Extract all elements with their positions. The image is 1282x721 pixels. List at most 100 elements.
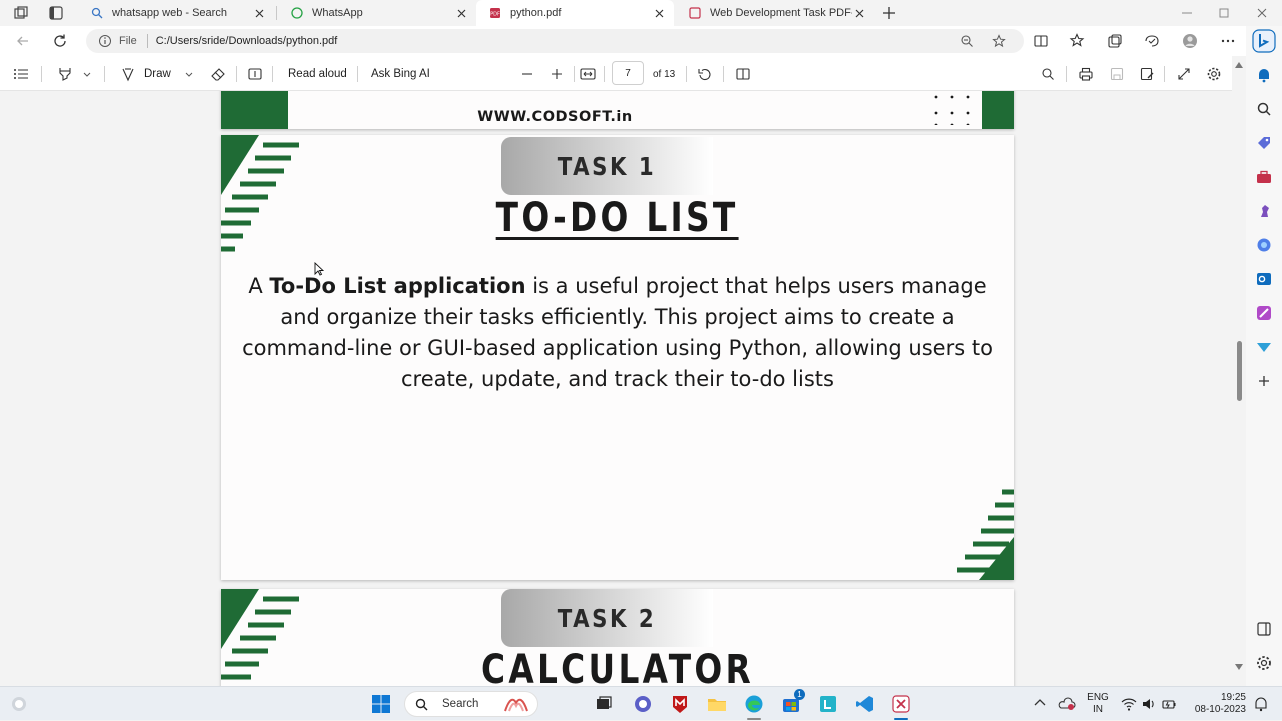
- highlight-tool[interactable]: [57, 65, 91, 83]
- save-icon[interactable]: [1109, 65, 1125, 83]
- pdf-settings-gear-icon[interactable]: [1206, 65, 1222, 83]
- address-field[interactable]: File C:/Users/sride/Downloads/python.pdf: [86, 29, 1024, 53]
- ask-bing-button[interactable]: Ask Bing AI: [371, 65, 430, 83]
- profile-avatar-icon[interactable]: [1181, 32, 1199, 50]
- task-2-title: CALCULATOR: [480, 647, 755, 686]
- scroll-down-arrow-icon[interactable]: [1235, 664, 1243, 670]
- clock[interactable]: 19:25 08-10-2023: [1186, 687, 1246, 721]
- notification-center-icon[interactable]: [1252, 695, 1270, 713]
- save-as-icon[interactable]: [1139, 65, 1155, 83]
- favorites-icon[interactable]: [1069, 32, 1087, 50]
- language-top: ENG: [1087, 692, 1109, 703]
- vertical-scrollbar[interactable]: [1232, 56, 1246, 686]
- refresh-icon[interactable]: [51, 32, 69, 50]
- edge-sidebar: [1246, 26, 1282, 686]
- fit-page-icon[interactable]: [580, 65, 596, 83]
- full-screen-icon[interactable]: [1176, 65, 1192, 83]
- brand-url: WWW.CODSOFT.in: [477, 109, 633, 125]
- lens-app-icon[interactable]: [817, 693, 839, 715]
- tools-briefcase-icon[interactable]: [1255, 168, 1273, 186]
- outlook-icon[interactable]: [1255, 270, 1273, 288]
- more-menu-icon[interactable]: [1219, 32, 1237, 50]
- pdf-viewer[interactable]: WWW.CODSOFT.in TASK 1 TO-DO LIST A To-Do…: [0, 91, 1232, 686]
- close-icon[interactable]: [454, 6, 468, 20]
- minimize-icon[interactable]: [1178, 4, 1196, 22]
- read-aloud-button[interactable]: Read aloud: [288, 65, 347, 83]
- search-icon[interactable]: [1255, 100, 1273, 118]
- battery-icon[interactable]: [1161, 696, 1177, 712]
- tab-whatsapp-search[interactable]: whatsapp web - Search: [78, 0, 274, 26]
- tab-label: WhatsApp: [312, 7, 363, 19]
- vs-code-icon[interactable]: [854, 693, 876, 715]
- draw-button[interactable]: Draw: [120, 65, 193, 83]
- close-icon[interactable]: [852, 6, 866, 20]
- bing-copilot-icon[interactable]: [1252, 29, 1276, 53]
- chevron-down-icon: [83, 72, 91, 77]
- tab-actions-icon[interactable]: [47, 4, 65, 22]
- store-badge: 1: [794, 689, 805, 700]
- onedrive-icon[interactable]: [1058, 695, 1076, 713]
- hide-sidebar-icon[interactable]: [1255, 620, 1273, 638]
- browser-essentials-icon[interactable]: [1143, 32, 1161, 50]
- back-icon[interactable]: [14, 32, 32, 50]
- wifi-icon[interactable]: [1121, 696, 1137, 712]
- favorite-star-icon[interactable]: [992, 34, 1006, 48]
- sidebar-settings-gear-icon[interactable]: [1255, 654, 1273, 672]
- read-aloud-label: Read aloud: [288, 68, 347, 80]
- close-window-icon[interactable]: [1253, 4, 1271, 22]
- edge-browser-icon[interactable]: [743, 693, 765, 715]
- pdf-page-task-1: TASK 1 TO-DO LIST A To-Do List applicati…: [221, 135, 1014, 580]
- contents-icon[interactable]: [13, 65, 29, 83]
- pdf-page-previous: WWW.CODSOFT.in: [221, 91, 1014, 129]
- tab-whatsapp[interactable]: WhatsApp: [278, 0, 476, 26]
- volume-icon[interactable]: [1141, 696, 1157, 712]
- split-screen-icon[interactable]: [1032, 32, 1050, 50]
- page-view-icon[interactable]: [735, 65, 751, 83]
- mcafee-icon[interactable]: [669, 693, 691, 715]
- windows-start-icon[interactable]: [370, 693, 392, 715]
- file-explorer-icon[interactable]: [706, 693, 728, 715]
- language-indicator[interactable]: ENG IN: [1086, 687, 1110, 721]
- print-icon[interactable]: [1078, 65, 1094, 83]
- taskbar-search-box[interactable]: Search: [404, 691, 538, 717]
- drop-icon[interactable]: [1255, 338, 1273, 356]
- maximize-icon[interactable]: [1215, 4, 1233, 22]
- add-sidebar-app-icon[interactable]: [1255, 372, 1273, 390]
- draw-label: Draw: [144, 68, 171, 80]
- new-tab-icon[interactable]: [880, 4, 898, 22]
- eraser-icon[interactable]: [210, 65, 226, 83]
- tab-web-dev-pdf[interactable]: Web Development Task PDF-1.pdf: [676, 0, 874, 26]
- tab-label: python.pdf: [510, 7, 562, 19]
- notifications-bell-icon[interactable]: [1255, 66, 1273, 84]
- workspaces-icon[interactable]: [12, 4, 30, 22]
- microsoft-365-icon[interactable]: [1255, 236, 1273, 254]
- zoom-in-button[interactable]: [550, 65, 564, 83]
- close-icon[interactable]: [252, 6, 266, 20]
- zoom-out-button[interactable]: [520, 65, 534, 83]
- ask-bing-label: Ask Bing AI: [371, 68, 430, 80]
- shopping-tag-icon[interactable]: [1255, 134, 1273, 152]
- scrollbar-thumb[interactable]: [1237, 341, 1242, 401]
- show-hidden-icons-chevron-icon[interactable]: [1032, 695, 1048, 711]
- text-box-icon[interactable]: [247, 65, 263, 83]
- address-url[interactable]: C:/Users/sride/Downloads/python.pdf: [156, 35, 338, 47]
- snipping-tool-icon[interactable]: [890, 693, 912, 715]
- close-icon[interactable]: [652, 6, 666, 20]
- task-view-icon[interactable]: [593, 693, 615, 715]
- draw-pen-icon: [122, 68, 134, 82]
- address-bar-row: File C:/Users/sride/Downloads/python.pdf: [0, 26, 1246, 56]
- rotate-icon[interactable]: [697, 65, 713, 83]
- collections-icon[interactable]: [1106, 32, 1124, 50]
- designer-icon[interactable]: [1255, 304, 1273, 322]
- pdf-icon: PDF: [488, 6, 502, 20]
- games-chess-icon[interactable]: [1255, 202, 1273, 220]
- scroll-up-arrow-icon[interactable]: [1235, 62, 1243, 68]
- clock-time: 19:25: [1220, 692, 1246, 703]
- info-icon[interactable]: [98, 34, 112, 48]
- zoom-out-icon[interactable]: [960, 34, 974, 48]
- tab-python-pdf[interactable]: PDF python.pdf: [476, 0, 674, 26]
- page-number-input[interactable]: 7: [612, 61, 644, 85]
- teams-chat-icon[interactable]: [632, 693, 654, 715]
- widgets-weather-icon[interactable]: [8, 693, 30, 715]
- find-icon[interactable]: [1041, 65, 1055, 83]
